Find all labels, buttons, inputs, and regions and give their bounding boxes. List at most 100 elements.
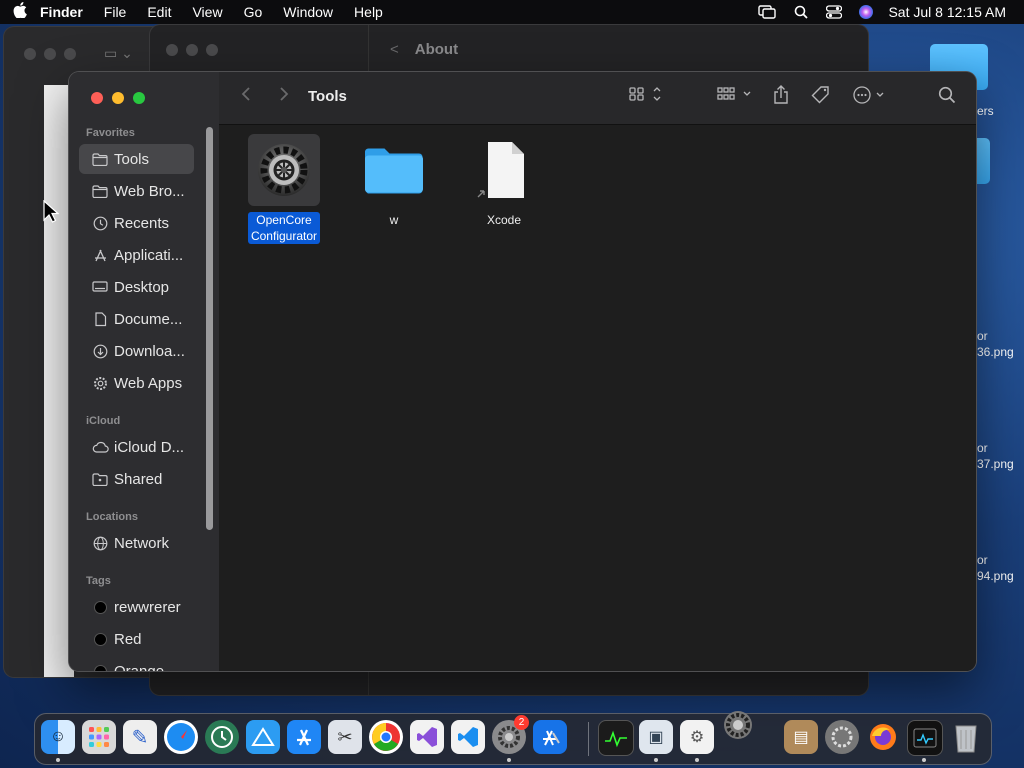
notification-badge: 2 (514, 715, 529, 730)
file-item-w[interactable]: w (344, 134, 444, 229)
desktop-item-label: or (977, 441, 988, 455)
sidebar-item-label: Web Apps (114, 374, 183, 392)
dock-visual-studio-icon[interactable] (410, 720, 444, 754)
dock-utility-icon[interactable]: ✂ (328, 720, 362, 754)
document-icon (88, 311, 112, 327)
minimize-button[interactable] (112, 92, 124, 104)
dock-activity-monitor-icon[interactable] (598, 720, 634, 756)
more-actions-button[interactable] (853, 86, 887, 104)
menu-edit[interactable]: Edit (147, 4, 171, 20)
download-icon (88, 344, 112, 359)
tag-dot-icon (88, 632, 112, 646)
menu-view[interactable]: View (192, 4, 222, 20)
forward-button[interactable] (279, 86, 289, 102)
finder-window[interactable]: Favorites Tools Web Bro... Recents Appli… (69, 72, 976, 671)
dock-archive-icon[interactable]: ▤ (784, 720, 818, 754)
sidebar-item-label: Downloa... (114, 342, 185, 360)
dock-firefox-icon[interactable] (866, 720, 900, 754)
dock-system-preferences-icon[interactable]: 2 (492, 715, 529, 754)
dock-launchpad-icon[interactable] (82, 720, 116, 754)
sidebar-item-web-apps[interactable]: Web Apps (79, 368, 194, 398)
sidebar-item-tag[interactable]: rewwrerer (79, 592, 194, 622)
apple-menu-icon[interactable] (0, 2, 40, 22)
window-title: Tools (308, 88, 347, 105)
desktop-icon (88, 280, 112, 294)
sidebar-item-desktop[interactable]: Desktop (79, 272, 194, 302)
menu-app-name[interactable]: Finder (40, 4, 83, 20)
sidebar-item-label: Recents (114, 214, 170, 232)
sidebar-item-network[interactable]: Network (79, 528, 194, 558)
back-button[interactable] (241, 86, 251, 102)
file-name-label: OpenCore Configurator (247, 212, 321, 244)
sidebar-item-label: Web Bro... (114, 182, 185, 200)
siri-icon[interactable] (858, 4, 874, 20)
close-button[interactable] (91, 92, 103, 104)
back-chevron-icon[interactable]: < (390, 41, 399, 58)
share-icon[interactable] (773, 85, 789, 105)
group-by-button[interactable] (717, 86, 753, 102)
sidebar-item-label: Orange (114, 662, 165, 672)
clock-icon (88, 216, 112, 231)
folder-icon (88, 152, 112, 166)
dock-settings-icon[interactable] (721, 708, 755, 742)
sidebar-item-label: Shared (114, 470, 163, 488)
sidebar-item-label: Docume... (114, 310, 183, 328)
window-controls[interactable] (166, 44, 218, 56)
sidebar-section-favorites: Favorites (86, 127, 135, 139)
menu-help[interactable]: Help (354, 4, 383, 20)
sidebar-item-downloads[interactable]: Downloa... (79, 336, 194, 366)
tag-icon[interactable] (811, 86, 831, 104)
window-controls[interactable] (24, 48, 76, 60)
control-center-icon[interactable] (826, 5, 843, 19)
file-browser[interactable]: OpenCore Configurator w Xcode (219, 125, 976, 671)
dock-time-machine-icon[interactable] (205, 720, 239, 754)
menu-go[interactable]: Go (244, 4, 263, 20)
cloud-icon (88, 441, 112, 453)
sidebar-toggle-icon[interactable]: ▭ ⌄ (104, 45, 133, 62)
sidebar-section-locations: Locations (86, 511, 138, 523)
sidebar-item-shared[interactable]: Shared (79, 464, 194, 494)
window-controls (91, 92, 145, 104)
file-item-xcode-alias[interactable]: Xcode (454, 134, 554, 229)
spotlight-search-icon[interactable] (794, 5, 809, 19)
window-title: < About (390, 41, 459, 58)
menu-bar-clock[interactable]: Sat Jul 8 12:15 AM (888, 4, 1006, 20)
menu-bar: Finder File Edit View Go Window Help Sat… (0, 0, 1024, 24)
applications-icon (88, 248, 112, 263)
sidebar-scrollbar[interactable] (206, 127, 213, 530)
sidebar-item-web-browsers[interactable]: Web Bro... (79, 176, 194, 206)
view-mode-button[interactable] (629, 86, 663, 102)
file-name-label: Xcode (486, 213, 522, 227)
dock-automator-icon[interactable]: ⚙ (680, 720, 714, 754)
search-icon[interactable] (938, 86, 956, 104)
dock-monitor-icon[interactable] (907, 720, 943, 756)
dock-preview-icon[interactable] (246, 720, 280, 754)
zoom-button[interactable] (133, 92, 145, 104)
dock-chrome-icon[interactable] (369, 720, 403, 754)
desktop-item-label: 37.png (977, 457, 1014, 471)
dock-disk-utility-icon[interactable] (825, 720, 859, 754)
screen-mirroring-icon[interactable] (758, 5, 777, 19)
sidebar-item-label: Network (114, 534, 170, 552)
menu-window[interactable]: Window (283, 4, 333, 20)
menu-file[interactable]: File (104, 4, 127, 20)
sidebar-item-documents[interactable]: Docume... (79, 304, 194, 334)
dock-app-store-icon[interactable] (287, 720, 321, 754)
dock-safari-icon[interactable] (164, 720, 198, 754)
dock-finder-icon[interactable]: ☺ (41, 720, 75, 754)
dock-image-capture-icon[interactable]: ▣ (639, 720, 673, 754)
sidebar-item-tools[interactable]: Tools (79, 144, 194, 174)
sidebar-item-tag-orange[interactable]: Orange (79, 656, 194, 671)
sidebar-item-icloud-drive[interactable]: iCloud D... (79, 432, 194, 462)
alias-document-icon (468, 134, 540, 206)
dock-vscode-icon[interactable] (451, 720, 485, 754)
sidebar-item-tag-red[interactable]: Red (79, 624, 194, 654)
sidebar-item-applications[interactable]: Applicati... (79, 240, 194, 270)
dock-trash-icon[interactable] (949, 720, 983, 754)
sidebar-item-recents[interactable]: Recents (79, 208, 194, 238)
dock-xcode-icon[interactable] (533, 720, 567, 754)
shared-folder-icon (88, 472, 112, 486)
dock-textedit-icon[interactable]: ✎ (123, 720, 157, 754)
file-item-opencore-configurator[interactable]: OpenCore Configurator (234, 134, 334, 245)
mouse-cursor-icon (43, 199, 60, 229)
